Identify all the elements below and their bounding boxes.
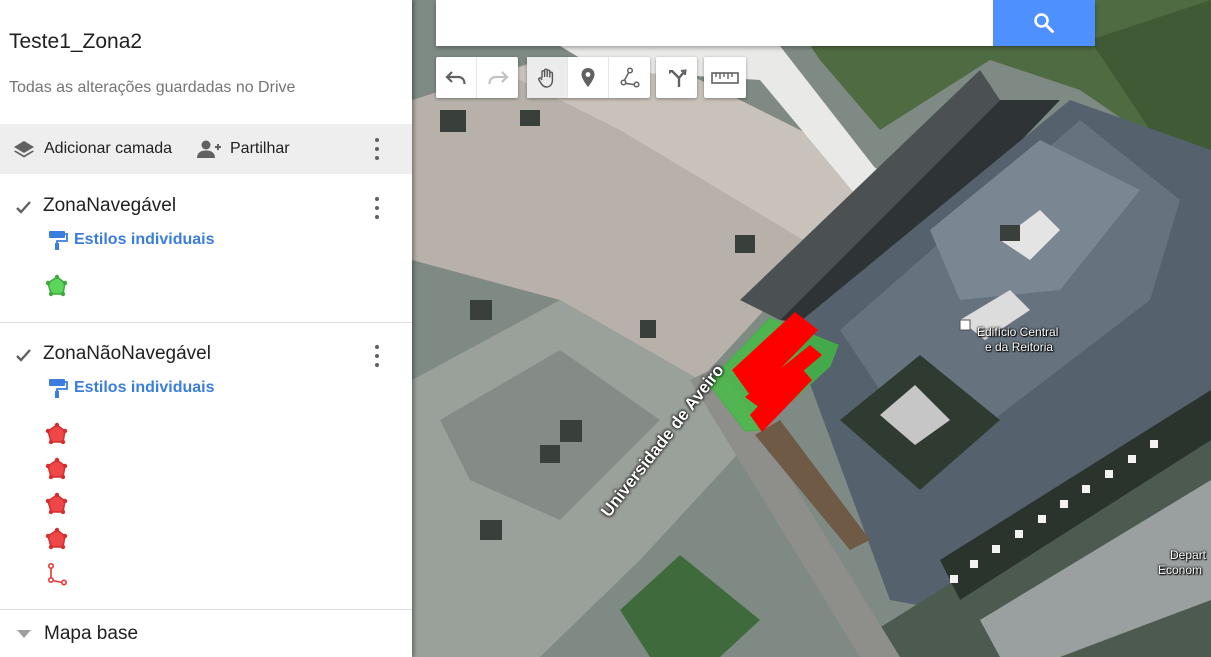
search-icon [1034,13,1054,33]
polygon-feature-icon[interactable] [45,527,69,551]
undo-icon [445,70,466,84]
individual-styles-link[interactable]: Estilos individuais [48,229,214,251]
marker-icon [581,67,595,87]
basemap-toggle[interactable]: Mapa base [0,610,412,657]
undo-button[interactable] [436,57,477,98]
share-label: Partilhar [230,140,290,157]
line-feature-icon[interactable] [45,562,69,586]
map-options-menu-icon[interactable] [365,135,389,163]
add-person-icon [197,140,221,158]
polygon-feature-icon[interactable] [45,274,69,298]
dept-label-line2: Econom [1158,563,1203,577]
draw-line-button[interactable] [609,57,650,98]
layers-panel: Teste1_Zona2 Todas as alterações guardad… [0,0,412,657]
layer-name[interactable]: ZonaNavegável [43,195,176,217]
building-poi-icon[interactable] [958,318,972,332]
save-status: Todas as alterações guardadas no Drive [9,79,296,96]
paint-roller-icon [49,231,68,250]
layer-zona-navegavel: ZonaNavegável Estilos individuais [0,192,412,322]
individual-styles-link[interactable]: Estilos individuais [48,377,214,399]
share-button[interactable]: Partilhar [196,124,290,174]
search-button[interactable] [993,0,1095,46]
collapse-arrow-icon [17,630,31,638]
redo-icon [487,70,509,84]
add-marker-button[interactable] [568,57,609,98]
map-title[interactable]: Teste1_Zona2 [9,30,142,54]
search-input[interactable] [436,0,993,46]
layer-visibility-checkbox[interactable] [13,346,33,366]
history-toolbar [436,57,518,98]
draw-line-icon [619,66,640,88]
layer-name[interactable]: ZonaNãoNavegável [43,343,211,365]
measure-toolbar [704,57,746,98]
search-bar [436,0,1095,46]
individual-styles-label: Estilos individuais [74,379,215,396]
directions-icon [668,68,687,87]
building-label-line1: Edifício Central [977,325,1059,339]
polygon-feature-icon[interactable] [45,492,69,516]
redo-button[interactable] [477,57,518,98]
polygon-feature-icon[interactable] [45,422,69,446]
hand-pan-icon [538,68,554,88]
panel-action-bar: Adicionar camada Partilhar [0,124,412,174]
building-label-line2: e da Reitoria [985,340,1054,354]
layer-options-menu-icon[interactable] [365,194,389,222]
polygon-feature-icon[interactable] [45,457,69,481]
layer-zona-nao-navegavel: ZonaNãoNavegável Estilos individuais [0,340,412,600]
individual-styles-label: Estilos individuais [74,231,215,248]
basemap-label: Mapa base [44,623,139,644]
paint-roller-icon [49,379,68,398]
layers-icon [14,141,34,158]
measure-button[interactable] [704,57,745,98]
layer-options-menu-icon[interactable] [365,342,389,370]
directions-toolbar [656,57,697,98]
layer-visibility-checkbox[interactable] [13,198,33,218]
add-layer-button[interactable]: Adicionar camada [12,124,172,174]
edit-toolbar [527,57,650,98]
add-layer-label: Adicionar camada [44,140,173,157]
layer-divider [0,322,412,323]
ruler-icon [710,71,739,84]
dept-label-line1: Depart [1170,548,1207,562]
pan-tool-button[interactable] [527,57,568,98]
add-directions-button[interactable] [656,57,697,98]
